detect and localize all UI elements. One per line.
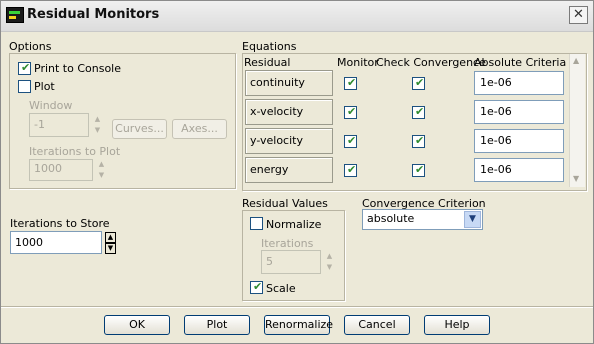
spinner-up-icon[interactable]: ▲ xyxy=(325,252,334,261)
button-bar-separator xyxy=(1,306,593,307)
iterations-to-store-spinner[interactable]: ▲ ▼ xyxy=(105,231,116,254)
residual-cell: continuity xyxy=(245,70,333,96)
options-label: Options xyxy=(9,40,52,53)
print-to-console-label: Print to Console xyxy=(34,62,122,75)
close-icon: ✕ xyxy=(573,7,584,22)
check-convergence-checkbox[interactable]: ✔ xyxy=(412,77,425,90)
check-convergence-column-header: Check Convergence xyxy=(376,56,486,69)
ok-button[interactable]: OK xyxy=(104,315,170,335)
residual-cell: y-velocity xyxy=(245,128,333,154)
check-convergence-checkbox[interactable]: ✔ xyxy=(412,164,425,177)
absolute-criteria-field[interactable]: 1e-06 xyxy=(474,71,564,95)
checkmark-icon: ✔ xyxy=(347,134,357,147)
check-convergence-checkbox[interactable]: ✔ xyxy=(412,106,425,119)
plot-button[interactable]: Plot xyxy=(184,315,250,335)
iterations-label: Iterations xyxy=(261,237,314,250)
spinner-up-icon[interactable]: ▲ xyxy=(97,160,106,169)
residual-cell: x-velocity xyxy=(245,99,333,125)
checkmark-icon: ✔ xyxy=(415,76,425,89)
monitor-checkbox[interactable]: ✔ xyxy=(344,135,357,148)
spinner-down-icon[interactable]: ▼ xyxy=(97,171,106,180)
absolute-criteria-field[interactable]: 1e-06 xyxy=(474,129,564,153)
iterations-to-plot-label: Iterations to Plot xyxy=(29,145,121,158)
iterations-to-store-label: Iterations to Store xyxy=(10,217,110,230)
scale-label: Scale xyxy=(266,282,296,295)
checkmark-icon: ✔ xyxy=(415,105,425,118)
checkmark-icon: ✔ xyxy=(253,280,263,293)
chevron-down-icon[interactable]: ▼ xyxy=(464,211,481,228)
renormalize-button[interactable]: Renormalize xyxy=(264,315,333,335)
print-to-console-checkbox[interactable]: ✔ xyxy=(18,62,31,75)
monitor-checkbox[interactable]: ✔ xyxy=(344,106,357,119)
title-bar[interactable]: Residual Monitors ✕ xyxy=(1,1,593,32)
axes-button[interactable]: Axes... xyxy=(172,119,227,139)
iterations-spinner[interactable]: ▲ ▼ xyxy=(325,250,334,274)
spinner-up-icon[interactable]: ▲ xyxy=(93,115,102,124)
spinner-down-icon[interactable]: ▼ xyxy=(93,126,102,135)
iterations-to-plot-spinner[interactable]: ▲ ▼ xyxy=(97,159,106,181)
spinner-up-icon[interactable]: ▲ xyxy=(105,232,116,243)
iterations-field[interactable]: 5 xyxy=(261,250,321,274)
convergence-criterion-value: absolute xyxy=(367,212,415,225)
plot-checkbox[interactable] xyxy=(18,80,31,93)
check-convergence-checkbox[interactable]: ✔ xyxy=(412,135,425,148)
convergence-criterion-select[interactable]: absolute ▼ xyxy=(362,209,483,230)
checkmark-icon: ✔ xyxy=(415,163,425,176)
spinner-down-icon[interactable]: ▼ xyxy=(325,263,334,272)
monitor-column-header: Monitor xyxy=(337,56,379,69)
help-button[interactable]: Help xyxy=(424,315,490,335)
window-label: Window xyxy=(29,99,73,112)
monitor-checkbox[interactable]: ✔ xyxy=(344,164,357,177)
checkmark-icon: ✔ xyxy=(347,76,357,89)
checkmark-icon: ✔ xyxy=(415,134,425,147)
monitor-checkbox[interactable]: ✔ xyxy=(344,77,357,90)
close-button[interactable]: ✕ xyxy=(569,6,588,24)
window-spinner[interactable]: ▲ ▼ xyxy=(93,113,102,137)
normalize-label: Normalize xyxy=(266,218,322,231)
iterations-to-store-field[interactable]: 1000 xyxy=(10,231,102,254)
absolute-criteria-column-header: Absolute Criteria xyxy=(474,56,567,69)
spinner-down-icon[interactable]: ▼ xyxy=(105,243,116,254)
cancel-button[interactable]: Cancel xyxy=(344,315,410,335)
scroll-up-icon[interactable]: ▲ xyxy=(573,56,579,65)
iterations-to-plot-field[interactable]: 1000 xyxy=(29,159,93,181)
plot-label: Plot xyxy=(34,80,55,93)
residual-values-label: Residual Values xyxy=(242,197,328,210)
checkmark-icon: ✔ xyxy=(347,105,357,118)
normalize-checkbox[interactable] xyxy=(250,217,263,230)
window-field[interactable]: -1 xyxy=(29,113,89,137)
residual-cell: energy xyxy=(245,157,333,183)
app-icon xyxy=(6,7,24,23)
curves-button[interactable]: Curves... xyxy=(112,119,167,139)
residual-monitors-dialog: Residual Monitors ✕ Options ✔ Print to C… xyxy=(0,0,594,344)
equations-scrollbar[interactable]: ▲ ▼ xyxy=(569,54,585,187)
residual-column-header: Residual xyxy=(244,56,291,69)
absolute-criteria-field[interactable]: 1e-06 xyxy=(474,100,564,124)
equations-label: Equations xyxy=(242,40,297,53)
checkmark-icon: ✔ xyxy=(347,163,357,176)
absolute-criteria-field[interactable]: 1e-06 xyxy=(474,158,564,182)
scale-checkbox[interactable]: ✔ xyxy=(250,281,263,294)
window-title: Residual Monitors xyxy=(27,7,160,22)
scroll-down-icon[interactable]: ▼ xyxy=(573,174,579,183)
checkmark-icon: ✔ xyxy=(21,61,31,74)
